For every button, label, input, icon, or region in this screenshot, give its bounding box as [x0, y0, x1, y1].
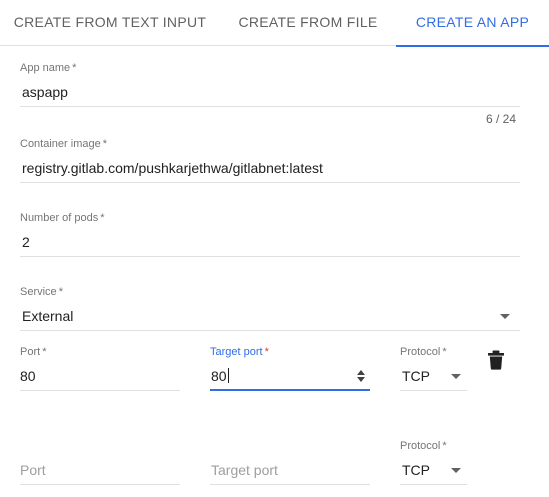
- target-port-input[interactable]: 80: [211, 368, 229, 384]
- target-port-underline-2: [210, 484, 370, 485]
- caret-down-icon: [451, 374, 461, 379]
- tab-create-from-text-input[interactable]: CREATE FROM TEXT INPUT: [0, 0, 220, 46]
- protocol-value: TCP: [402, 368, 430, 384]
- port-input[interactable]: 80: [20, 368, 36, 384]
- target-port-input-2[interactable]: Target port: [211, 462, 278, 478]
- target-port-value: 80: [211, 368, 227, 384]
- service-underline: [20, 330, 520, 331]
- pods-label: Number of pods *: [20, 212, 105, 224]
- service-label: Service *: [20, 286, 63, 298]
- target-port-field: Target port * 80: [210, 346, 370, 392]
- caret-down-icon: [500, 314, 510, 319]
- app-name-label: App name *: [20, 62, 77, 74]
- app-name-field: App name * aspapp: [20, 62, 520, 108]
- protocol-label: Protocol *: [400, 346, 447, 358]
- protocol-select-2[interactable]: Protocol * TCP: [400, 440, 467, 486]
- target-port-label: Target port *: [210, 346, 269, 358]
- pods-input[interactable]: 2: [22, 234, 30, 250]
- spinner-up-icon[interactable]: [357, 370, 365, 375]
- caret-down-icon: [451, 468, 461, 473]
- trash-icon[interactable]: [487, 350, 505, 375]
- container-image-input[interactable]: registry.gitlab.com/pushkarjethwa/gitlab…: [22, 160, 323, 176]
- tab-create-an-app[interactable]: CREATE AN APP: [396, 0, 549, 47]
- service-value: External: [22, 308, 74, 324]
- container-image-label: Container image *: [20, 138, 107, 150]
- container-image-underline: [20, 182, 520, 183]
- port-underline-2: [20, 484, 180, 485]
- text-cursor: [227, 368, 229, 383]
- port-label: Port *: [20, 346, 47, 358]
- port-underline: [20, 390, 180, 391]
- app-name-underline: [20, 106, 520, 107]
- app-name-counter: 6 / 24: [486, 112, 517, 126]
- tab-create-from-file[interactable]: CREATE FROM FILE: [220, 0, 396, 46]
- container-image-field: Container image * registry.gitlab.com/pus…: [20, 138, 520, 184]
- pods-underline: [20, 256, 520, 257]
- service-select[interactable]: Service * External: [20, 286, 520, 332]
- port-input-2[interactable]: Port: [20, 462, 46, 478]
- protocol-select[interactable]: Protocol * TCP: [400, 346, 467, 392]
- protocol-underline-2: [400, 484, 467, 485]
- pods-field: Number of pods * 2: [20, 212, 520, 258]
- target-port-field-2: Target port: [210, 440, 370, 486]
- target-port-underline: [210, 389, 370, 391]
- port-field-2: Port: [20, 440, 180, 486]
- protocol-underline: [400, 390, 467, 391]
- protocol-value-2: TCP: [402, 462, 430, 478]
- tab-bar: CREATE FROM TEXT INPUT CREATE FROM FILE …: [0, 0, 549, 47]
- port-field: Port * 80: [20, 346, 180, 392]
- app-name-input[interactable]: aspapp: [22, 84, 68, 100]
- number-spinner-icon[interactable]: [355, 369, 367, 383]
- spinner-down-icon[interactable]: [357, 377, 365, 382]
- protocol-label-2: Protocol *: [400, 440, 447, 452]
